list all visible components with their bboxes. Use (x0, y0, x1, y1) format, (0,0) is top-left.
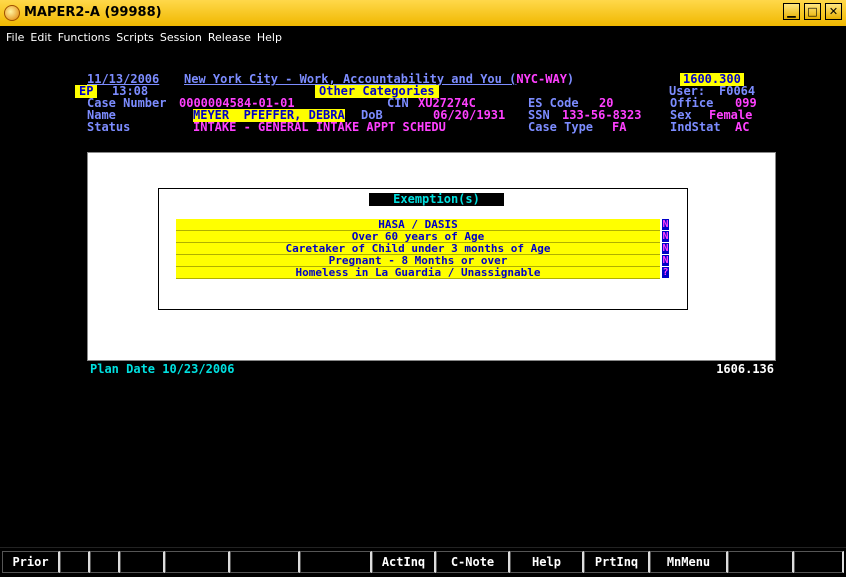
indstat-value: AC (735, 120, 750, 134)
indstat-label: IndStat (670, 120, 721, 134)
exemption-row-homeless: Homeless in La Guardia / Unassignable (176, 267, 660, 279)
exemptions-title: Exemption(s) (369, 193, 504, 206)
menu-edit[interactable]: Edit (27, 27, 54, 49)
menu-help[interactable]: Help (254, 27, 285, 49)
system-title-suffix: ) (566, 72, 575, 86)
fkey-mnmenu[interactable]: MnMenu (650, 551, 728, 573)
exemption-value-over-60[interactable]: N (662, 231, 669, 242)
menu-functions[interactable]: Functions (55, 27, 114, 49)
fkey-13[interactable] (728, 551, 794, 573)
screen-id: 1606.136 (691, 363, 776, 376)
fkey-6[interactable] (230, 551, 300, 573)
fkey-c-note[interactable]: C-Note (436, 551, 510, 573)
fkey-3[interactable] (90, 551, 120, 573)
fkey-actinq[interactable]: ActInq (372, 551, 436, 573)
menu-scripts[interactable]: Scripts (113, 27, 157, 49)
maximize-button[interactable]: □ (804, 3, 821, 20)
fkey-prior[interactable]: Prior (2, 551, 60, 573)
menu-session[interactable]: Session (157, 27, 205, 49)
plan-date: Plan Date 10/23/2006 (88, 363, 239, 376)
exemption-value-caretaker[interactable]: N (662, 243, 669, 254)
cin-label: CIN (387, 96, 409, 110)
menu-bar: File Edit Functions Scripts Session Release He… (0, 26, 846, 49)
fkey-prtinq[interactable]: PrtInq (584, 551, 650, 573)
title-bar: MAPER2-A (99988) ▁ □ ✕ (0, 0, 846, 27)
minimize-button[interactable]: ▁ (783, 3, 800, 20)
fkey-2[interactable] (60, 551, 90, 573)
app-icon (4, 5, 20, 21)
menu-file[interactable]: File (0, 27, 27, 49)
case-type-label: Case Type (528, 120, 594, 134)
close-button[interactable]: ✕ (825, 3, 842, 20)
status-value: INTAKE - GENERAL INTAKE APPT SCHEDU (193, 120, 446, 134)
exemption-value-pregnant[interactable]: N (662, 255, 669, 266)
function-key-bar: Prior ActInq C-Note Help PrtInq MnMenu (0, 547, 846, 577)
exemption-value-homeless[interactable]: ? (662, 267, 669, 278)
fkey-help[interactable]: Help (510, 551, 584, 573)
fkey-7[interactable] (300, 551, 372, 573)
fkey-4[interactable] (120, 551, 165, 573)
fkey-14[interactable] (794, 551, 844, 573)
exemption-value-hasa[interactable]: N (662, 219, 669, 230)
menu-release[interactable]: Release (205, 27, 254, 49)
case-type-value: FA (612, 120, 627, 134)
fkey-5[interactable] (165, 551, 230, 573)
system-title-code: NYC-WAY (516, 72, 567, 86)
window-title: MAPER2-A (99988) (24, 5, 162, 20)
status-label: Status (87, 120, 131, 134)
